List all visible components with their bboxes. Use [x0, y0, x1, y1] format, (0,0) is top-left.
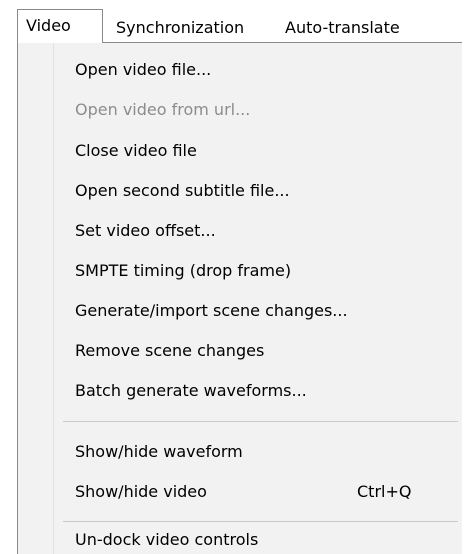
menu-item-shortcut: Ctrl+Q — [357, 482, 412, 501]
menu-item-label: Batch generate waveforms... — [75, 381, 307, 400]
menu-bar: Video Synchronization Auto-translate — [0, 0, 464, 46]
menu-item-label: Remove scene changes — [75, 341, 265, 360]
menu-item-smpte-timing[interactable]: SMPTE timing (drop frame) — [18, 254, 463, 288]
menu-video-label: Video — [26, 16, 71, 35]
menu-synchronization[interactable]: Synchronization — [116, 9, 244, 46]
menu-item-label: Set video offset... — [75, 221, 216, 240]
menu-separator — [63, 421, 458, 422]
menu-item-open-video-file[interactable]: Open video file... — [18, 53, 463, 87]
menu-synchronization-label: Synchronization — [116, 18, 245, 37]
menu-item-set-video-offset[interactable]: Set video offset... — [18, 214, 463, 248]
menu-video[interactable]: Video — [17, 9, 103, 43]
menu-item-label: Generate/import scene changes... — [75, 301, 348, 320]
menu-item-undock-video-controls[interactable]: Un-dock video controls — [18, 523, 463, 554]
menu-auto-translate-label: Auto-translate — [285, 18, 400, 37]
menu-item-show-hide-waveform[interactable]: Show/hide waveform — [18, 435, 463, 469]
menu-auto-translate[interactable]: Auto-translate — [285, 9, 400, 46]
menu-item-label: Open second subtitle file... — [75, 181, 290, 200]
menu-item-remove-scene-changes[interactable]: Remove scene changes — [18, 334, 463, 368]
menu-item-show-hide-video[interactable]: Show/hide video Ctrl+Q — [18, 475, 463, 509]
menu-item-open-video-from-url: Open video from url... — [18, 93, 463, 127]
menu-item-close-video-file[interactable]: Close video file — [18, 134, 463, 168]
menu-item-label: Open video file... — [75, 60, 212, 79]
menu-item-label: Open video from url... — [75, 100, 251, 119]
menu-item-open-second-subtitle-file[interactable]: Open second subtitle file... — [18, 174, 463, 208]
menu-item-generate-import-scene-changes[interactable]: Generate/import scene changes... — [18, 294, 463, 328]
video-dropdown-menu: Open video file... Open video from url..… — [17, 42, 462, 554]
menu-item-label: SMPTE timing (drop frame) — [75, 261, 292, 280]
menu-separator — [63, 521, 458, 522]
menu-item-label: Un-dock video controls — [75, 530, 259, 549]
menu-item-label: Show/hide video — [75, 482, 207, 501]
menu-item-batch-generate-waveforms[interactable]: Batch generate waveforms... — [18, 374, 463, 408]
menu-item-label: Show/hide waveform — [75, 442, 243, 461]
menu-item-label: Close video file — [75, 141, 197, 160]
